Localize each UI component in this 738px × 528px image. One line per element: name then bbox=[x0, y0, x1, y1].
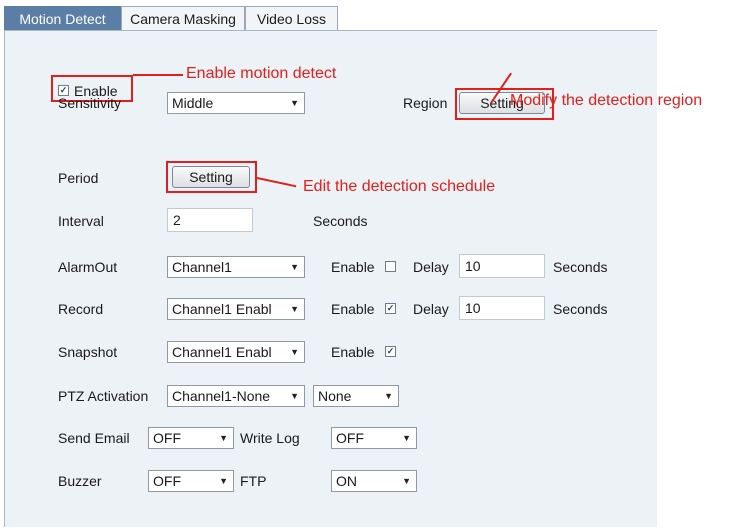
chevron-down-icon: ▼ bbox=[219, 433, 228, 443]
alarmout-enable-checkbox[interactable] bbox=[385, 261, 396, 272]
snapshot-channel-value: Channel1 Enabl bbox=[172, 344, 272, 360]
chevron-down-icon: ▼ bbox=[290, 98, 299, 108]
chevron-down-icon: ▼ bbox=[290, 304, 299, 314]
tab-camera-masking[interactable]: Camera Masking bbox=[121, 6, 245, 30]
write-log-label: Write Log bbox=[240, 430, 300, 446]
ptz-channel-value: Channel1-None bbox=[172, 388, 271, 404]
sensitivity-select[interactable]: Middle ▼ bbox=[167, 92, 305, 114]
record-delay-unit: Seconds bbox=[553, 301, 608, 317]
period-highlight-box bbox=[166, 161, 257, 193]
alarmout-enable-label: Enable bbox=[331, 259, 375, 275]
region-annotation-text: Modify the detection region bbox=[510, 92, 703, 109]
snapshot-channel-select[interactable]: Channel1 Enabl ▼ bbox=[167, 341, 305, 363]
ptz-channel-select[interactable]: Channel1-None ▼ bbox=[167, 385, 305, 407]
send-email-label: Send Email bbox=[58, 430, 130, 446]
chevron-down-icon: ▼ bbox=[290, 391, 299, 401]
buzzer-label: Buzzer bbox=[58, 473, 102, 489]
alarmout-delay-label: Delay bbox=[413, 259, 449, 275]
write-log-value: OFF bbox=[336, 430, 364, 446]
record-label: Record bbox=[58, 301, 104, 317]
sensitivity-label: Sensitivity bbox=[58, 95, 122, 111]
chevron-down-icon: ▼ bbox=[384, 391, 393, 401]
ftp-select[interactable]: ON ▼ bbox=[331, 470, 417, 492]
buzzer-select[interactable]: OFF ▼ bbox=[148, 470, 234, 492]
alarmout-delay-unit: Seconds bbox=[553, 259, 608, 275]
sensitivity-value: Middle bbox=[172, 95, 214, 111]
snapshot-label: Snapshot bbox=[58, 344, 118, 360]
region-label: Region bbox=[403, 95, 448, 111]
ptz-mode-select[interactable]: None ▼ bbox=[313, 385, 399, 407]
period-annotation-text: Edit the detection schedule bbox=[303, 178, 496, 195]
record-channel-value: Channel1 Enabl bbox=[172, 301, 272, 317]
record-enable-checkbox[interactable]: ✓ bbox=[385, 303, 396, 314]
record-enable-label: Enable bbox=[331, 301, 375, 317]
write-log-select[interactable]: OFF ▼ bbox=[331, 427, 417, 449]
send-email-value: OFF bbox=[153, 430, 181, 446]
record-channel-select[interactable]: Channel1 Enabl ▼ bbox=[167, 298, 305, 320]
chevron-down-icon: ▼ bbox=[402, 476, 411, 486]
ptz-activation-label: PTZ Activation bbox=[58, 388, 149, 404]
alarmout-delay-input[interactable]: 10 bbox=[459, 254, 545, 278]
send-email-select[interactable]: OFF ▼ bbox=[148, 427, 234, 449]
chevron-down-icon: ▼ bbox=[290, 262, 299, 272]
buzzer-value: OFF bbox=[153, 473, 181, 489]
enable-annotation-line bbox=[133, 74, 183, 76]
interval-unit: Seconds bbox=[313, 213, 368, 229]
ftp-label: FTP bbox=[240, 473, 267, 489]
snapshot-enable-checkbox[interactable]: ✓ bbox=[385, 346, 396, 357]
chevron-down-icon: ▼ bbox=[219, 476, 228, 486]
tab-motion-detect[interactable]: Motion Detect bbox=[4, 6, 121, 30]
ftp-value: ON bbox=[336, 473, 357, 489]
enable-annotation-text: Enable motion detect bbox=[186, 65, 337, 82]
record-delay-input[interactable]: 10 bbox=[459, 296, 545, 320]
period-label: Period bbox=[58, 170, 99, 186]
interval-label: Interval bbox=[58, 213, 104, 229]
alarmout-label: AlarmOut bbox=[58, 259, 118, 275]
chevron-down-icon: ▼ bbox=[290, 347, 299, 357]
chevron-down-icon: ▼ bbox=[402, 433, 411, 443]
record-delay-label: Delay bbox=[413, 301, 449, 317]
alarmout-channel-select[interactable]: Channel1 ▼ bbox=[167, 256, 305, 278]
alarmout-channel-value: Channel1 bbox=[172, 259, 232, 275]
ptz-mode-value: None bbox=[318, 388, 352, 404]
snapshot-enable-label: Enable bbox=[331, 344, 375, 360]
interval-input[interactable]: 2 bbox=[167, 208, 253, 232]
tab-video-loss[interactable]: Video Loss bbox=[245, 6, 338, 30]
